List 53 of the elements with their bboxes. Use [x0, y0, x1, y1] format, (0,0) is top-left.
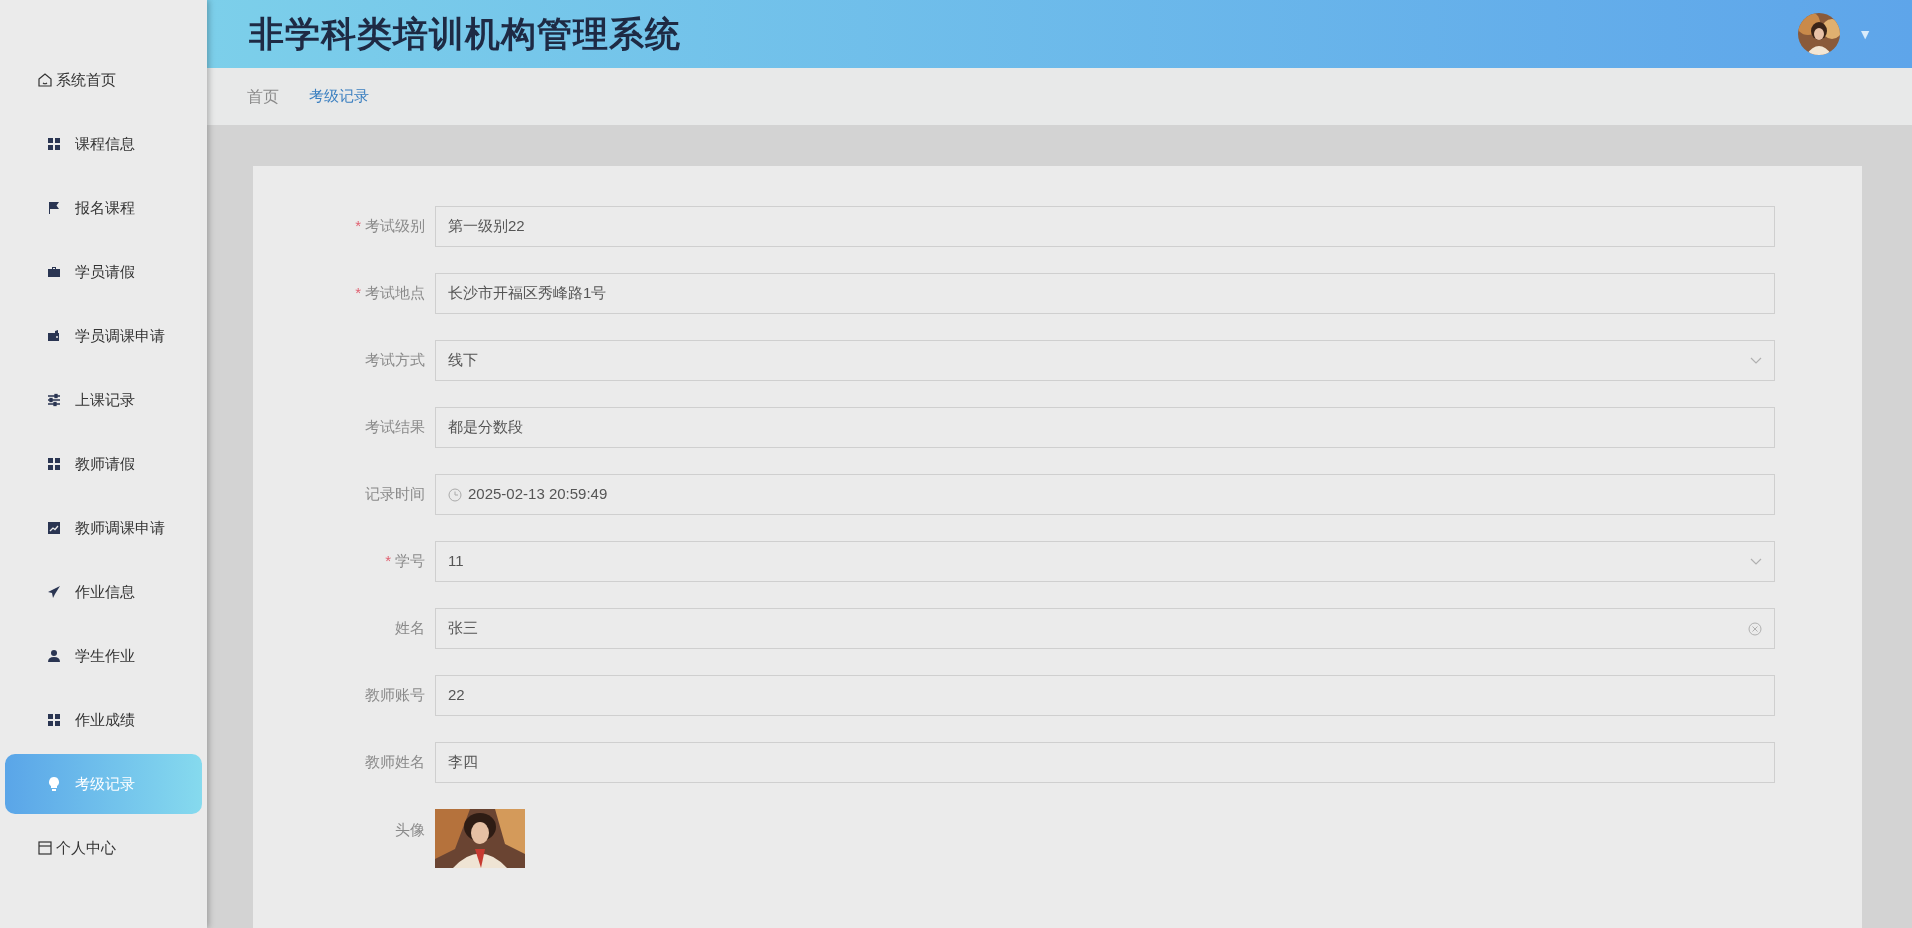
grid-icon: [47, 137, 61, 151]
chevron-down-icon: [1750, 557, 1762, 566]
chart-icon: [47, 521, 61, 535]
field-label: 头像: [394, 820, 426, 840]
app-title: 非学科类培训机构管理系统: [249, 12, 681, 55]
home-icon: [37, 72, 53, 88]
sidebar-item[interactable]: 系统首页: [5, 50, 202, 110]
paper-plane-icon: [47, 585, 61, 599]
required-asterisk: *: [355, 283, 361, 304]
sidebar-item[interactable]: 学员调课申请: [5, 306, 202, 366]
field-label: 考试地点: [365, 283, 425, 304]
input-field[interactable]: 第一级别22: [435, 206, 1775, 247]
sidebar-item[interactable]: 上课记录: [5, 370, 202, 430]
field-label: 记录时间: [364, 484, 426, 505]
wallet-icon: [47, 329, 61, 343]
sidebar-item[interactable]: 学生作业: [5, 626, 202, 686]
document-icon: [37, 840, 53, 856]
input-field[interactable]: 张三: [435, 608, 1775, 649]
clock-icon: [448, 487, 462, 502]
field-label: 教师姓名: [364, 752, 426, 773]
sidebar-item[interactable]: 教师调课申请: [5, 498, 202, 558]
input-field[interactable]: 李四: [435, 742, 1775, 783]
grid-icon: [47, 713, 61, 727]
briefcase-icon: [47, 265, 61, 279]
breadcrumb-link[interactable]: 考级记录: [309, 85, 369, 108]
sidebar-item[interactable]: 学员请假: [5, 242, 202, 302]
sidebar-item[interactable]: 课程信息: [5, 114, 202, 174]
field-label: 考试方式: [364, 350, 426, 371]
chevron-down-icon: [1750, 356, 1762, 365]
user-avatar[interactable]: [1798, 13, 1841, 55]
required-asterisk: *: [355, 216, 361, 237]
lightbulb-icon: [47, 776, 61, 792]
user-icon: [47, 649, 61, 663]
grid-icon: [47, 457, 61, 471]
sidebar-item[interactable]: 教师请假: [5, 434, 202, 494]
input-field[interactable]: 22: [435, 675, 1775, 716]
select-field[interactable]: 11: [435, 541, 1775, 582]
sliders-icon: [47, 393, 61, 407]
sidebar-item[interactable]: 个人中心: [5, 818, 202, 878]
select-field[interactable]: 线下: [435, 340, 1775, 381]
field-label: 学号: [395, 551, 425, 572]
field-label: 教师账号: [364, 685, 426, 706]
input-field[interactable]: 长沙市开福区秀峰路1号: [435, 273, 1775, 314]
required-asterisk: *: [385, 551, 391, 572]
input-field[interactable]: 都是分数段: [435, 407, 1775, 448]
field-label: 姓名: [394, 618, 426, 639]
date-field[interactable]: 2025-02-13 20:59:49: [435, 474, 1775, 515]
flag-icon: [47, 201, 61, 215]
sidebar-item[interactable]: 作业信息: [5, 562, 202, 622]
sidebar-item[interactable]: 报名课程: [5, 178, 202, 238]
sidebar-item[interactable]: 作业成绩: [5, 690, 202, 750]
field-label: 考试级别: [365, 216, 425, 237]
field-label: 考试结果: [364, 417, 426, 438]
